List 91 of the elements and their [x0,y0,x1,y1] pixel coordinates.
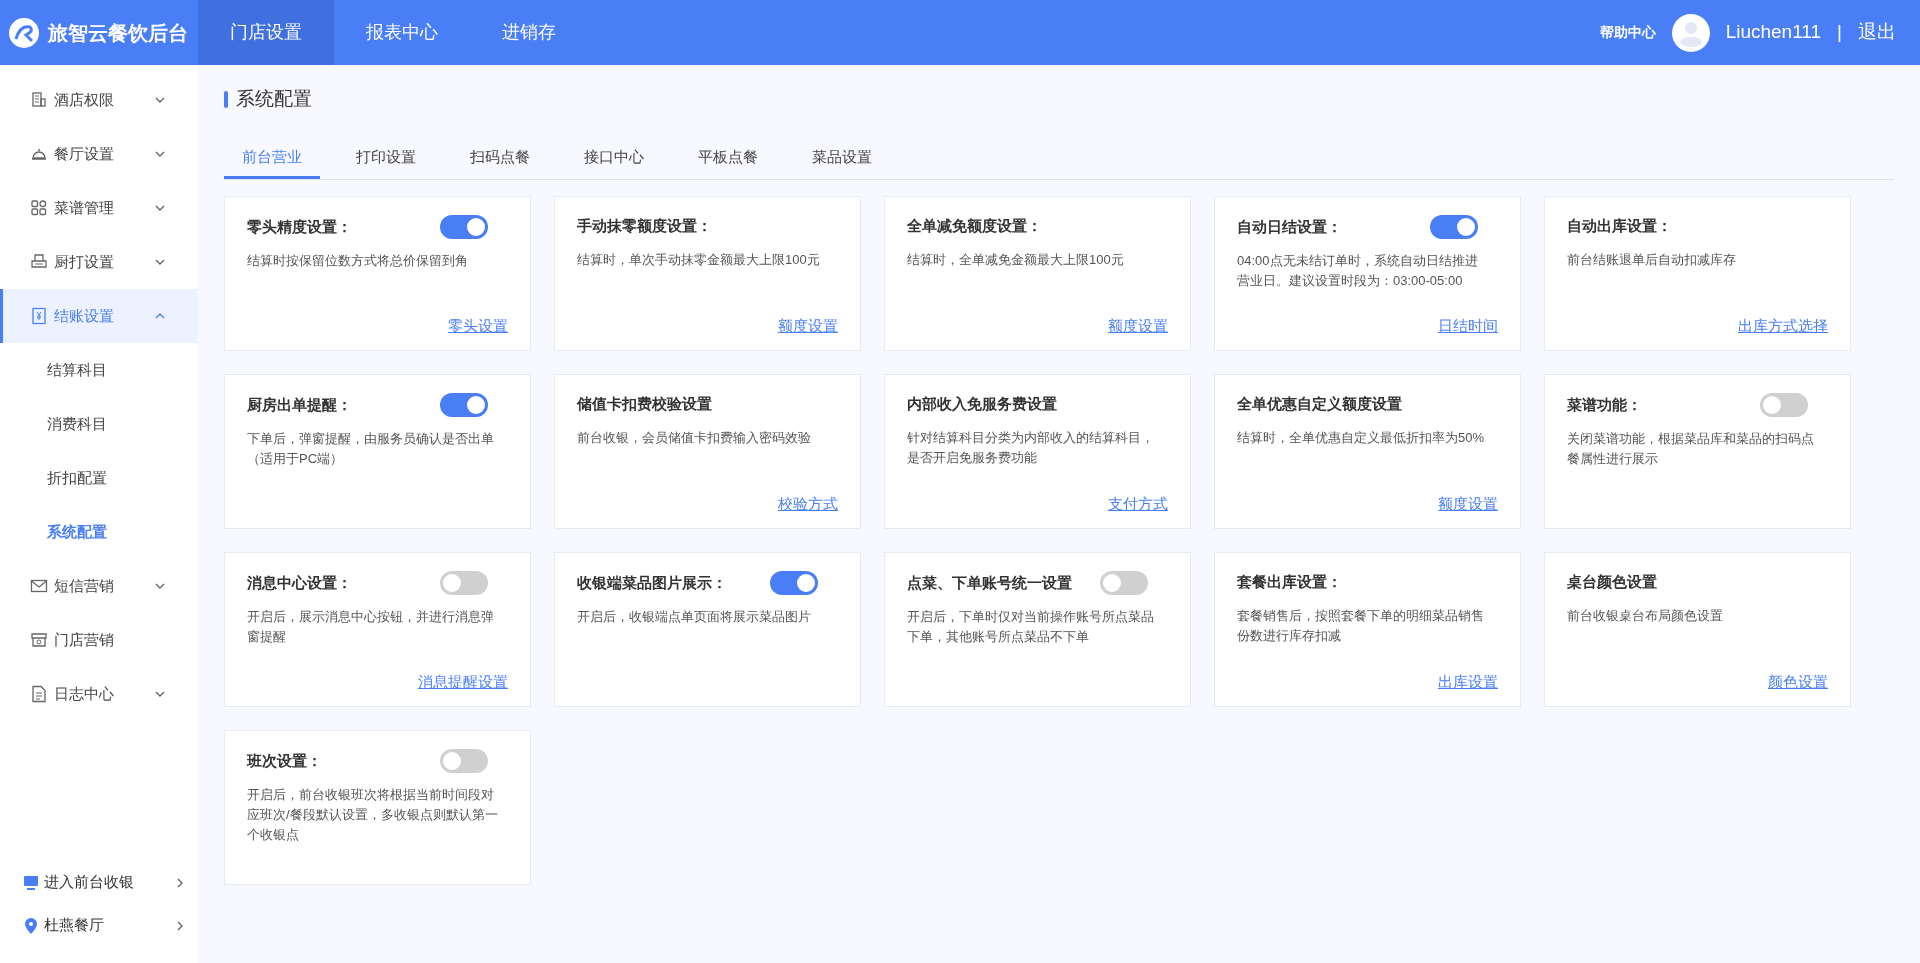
card-title: 厨房出单提醒： [247,394,352,415]
toggle-switch[interactable] [440,571,488,595]
sidebar-item[interactable]: 酒店权限 [0,73,198,127]
settings-link[interactable]: 额度设置 [778,317,838,334]
document-icon [30,685,48,703]
card-description: 结算时，单次手动抹零金额最大上限100元 [577,250,821,269]
toggle-switch[interactable] [770,571,818,595]
settings-link[interactable]: 日结时间 [1438,317,1498,334]
toggle-switch[interactable] [440,749,488,773]
card-description: 开启后，前台收银班次将根据当前时间段对应班次/餐段默认设置，多收银点则默认第一个收银点 [247,786,499,844]
nav-tab[interactable]: 进销存 [470,0,588,65]
sidebar-item[interactable]: 菜谱管理 [0,181,198,235]
settings-link[interactable]: 支付方式 [1108,495,1168,512]
card-title: 自动日结设置： [1237,216,1342,237]
brand-name: 旅智云餐饮后台 [48,20,188,46]
submenu-item[interactable]: 折扣配置 [0,451,198,505]
card-description: 结算时按保留位数方式将总价保留到角 [247,252,469,270]
card-description: 套餐销售后，按照套餐下单的明细菜品销售份数进行库存扣减 [1237,606,1485,645]
sidebar-item[interactable]: 门店营销 [0,613,198,667]
card-title: 内部收入免服务费设置 [907,394,1057,414]
card-title: 点菜、下单账号统一设置 [907,572,1072,593]
card-description: 结算时，全单减免金额最大上限100元 [907,250,1125,269]
settings-link[interactable]: 额度设置 [1108,317,1168,334]
card-description: 结算时，全单优惠自定义最低折扣率为50% [1237,428,1486,447]
avatar-icon [1671,13,1710,52]
card-title: 菜谱功能： [1567,394,1642,415]
card-description: 前台结账退单后自动扣减库存 [1567,250,1737,269]
help-center-link[interactable]: 帮助中心 [1599,22,1656,43]
tab[interactable]: 打印设置 [338,137,434,179]
card-title: 零头精度设置： [247,216,352,237]
separator: | [1837,20,1842,45]
card-description: 开启后，下单时仅对当前操作账号所点菜品下单，其他账号所点菜品不下单 [907,608,1155,646]
settings-link[interactable]: 消息提醒设置 [418,673,508,690]
card-title: 班次设置： [247,750,322,771]
submenu-item[interactable]: 系统配置 [0,505,198,559]
card-title: 全单减免额度设置： [907,216,1042,236]
card-description: 前台收银桌台布局颜色设置 [1567,606,1724,625]
card-description: 下单后，弹窗提醒，由服务员确认是否出单（适用于PC端） [247,430,495,468]
settings-link[interactable]: 出库设置 [1438,673,1498,690]
card-description: 开启后，展示消息中心按钮，并进行消息弹窗提醒 [247,608,495,646]
sidebar-link[interactable]: 杜燕餐厅 [0,904,198,947]
settings-link[interactable]: 出库方式选择 [1738,317,1828,334]
card-title: 全单优惠自定义额度设置 [1237,394,1402,414]
toggle-switch[interactable] [1100,571,1148,595]
monitor-icon [22,873,40,892]
sidebar-item[interactable]: 日志中心 [0,667,198,721]
tab[interactable]: 菜品设置 [794,137,890,179]
receipt-icon [30,307,48,325]
tab[interactable]: 接口中心 [566,137,662,179]
logo-icon [8,16,40,49]
card-title: 消息中心设置： [247,572,352,593]
shop-icon [30,631,48,649]
tab[interactable]: 前台营业 [224,137,320,179]
username: Liuchen111 [1725,20,1822,45]
envelope-icon [30,577,48,595]
settings-link[interactable]: 颜色设置 [1768,673,1828,690]
card-title: 桌台颜色设置 [1567,572,1657,592]
toggle-switch[interactable] [440,393,488,417]
card-title: 收银端菜品图片展示： [577,572,727,593]
nav-tab[interactable]: 门店设置 [198,0,334,65]
sidebar-item[interactable]: 餐厅设置 [0,127,198,181]
settings-link[interactable]: 零头设置 [448,317,508,334]
card-title: 自动出库设置： [1567,216,1672,236]
building-icon [30,91,48,109]
card-description: 关闭菜谱功能，根据菜品库和菜品的扫码点餐属性进行展示 [1567,430,1815,468]
card-description: 04:00点无未结订单时，系统自动日结推进营业日。建议设置时段为：03:00-05:00 [1237,252,1479,290]
page-title: 系统配置 [236,87,312,111]
sidebar-item[interactable]: 厨打设置 [0,235,198,289]
submenu-item[interactable]: 结算科目 [0,343,198,397]
submenu-item[interactable]: 消费科目 [0,397,198,451]
card-title: 储值卡扣费校验设置 [577,394,712,414]
settings-link[interactable]: 校验方式 [778,495,838,512]
logout-link[interactable]: 退出 [1858,18,1896,47]
toggle-switch[interactable] [1430,215,1478,239]
card-description: 开启后，收银端点单页面将展示菜品图片 [577,608,812,626]
toggle-switch[interactable] [440,215,488,239]
tab[interactable]: 扫码点餐 [452,137,548,179]
sidebar-link[interactable]: 进入前台收银 [0,861,198,904]
card-description: 针对结算科目分类为内部收入的结算科目，是否开启免服务费功能 [907,428,1155,467]
sidebar-item[interactable]: 结账设置 [0,289,198,343]
grid-icon [30,199,48,217]
sidebar-item[interactable]: 短信营销 [0,559,198,613]
toggle-switch[interactable] [1760,393,1808,417]
nav-tab[interactable]: 报表中心 [334,0,470,65]
location-pin-icon [22,916,40,935]
printer-icon [30,253,48,271]
tab[interactable]: 平板点餐 [680,137,776,179]
card-title: 手动抹零额度设置： [577,216,712,236]
card-description: 前台收银，会员储值卡扣费输入密码效验 [577,428,812,447]
card-title: 套餐出库设置： [1237,572,1342,592]
settings-link[interactable]: 额度设置 [1438,495,1498,512]
